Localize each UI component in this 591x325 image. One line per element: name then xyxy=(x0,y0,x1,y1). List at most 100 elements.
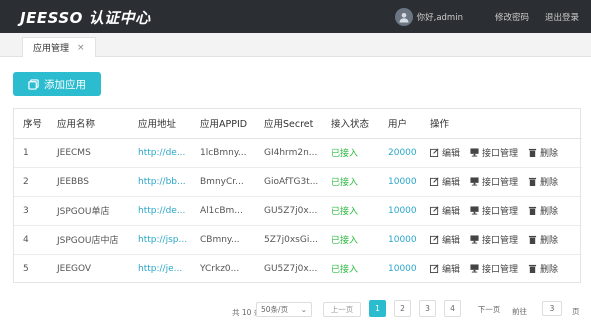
cell-no: 2 xyxy=(14,167,48,197)
page-size-select[interactable]: 50条/页 ⌄ xyxy=(256,302,312,317)
goto-page-input[interactable]: 3 xyxy=(542,301,562,316)
add-icon xyxy=(28,78,39,90)
delete-label: 删除 xyxy=(540,236,559,246)
cell-url-link[interactable]: http://je... xyxy=(129,254,191,283)
cell-users-link[interactable]: 10000 xyxy=(379,254,421,283)
page-button-3[interactable]: 3 xyxy=(419,300,436,317)
cell-name: JEEBBS xyxy=(48,167,129,197)
cell-status: 已接入 xyxy=(322,196,379,226)
cell-status: 已接入 xyxy=(322,138,379,168)
cell-secret: GioAfTG3t... xyxy=(255,167,322,197)
user-avatar-icon xyxy=(394,7,413,26)
delete-button[interactable]: 删除 xyxy=(528,204,558,217)
api-manage-label: 接口管理 xyxy=(482,178,519,188)
user-area: 你好,admin 修改密码 退出登录 xyxy=(394,0,579,33)
cell-actions: 编辑 接口管理 删除 xyxy=(421,225,582,255)
api-icon xyxy=(470,206,479,215)
cell-url-link[interactable]: http://bb... xyxy=(129,167,191,197)
cell-url-link[interactable]: http://jsp... xyxy=(129,225,191,255)
cell-appid: BmnyCr... xyxy=(191,167,255,197)
api-icon xyxy=(470,235,479,244)
cell-users-link[interactable]: 10000 xyxy=(379,225,421,255)
page-button-2[interactable]: 2 xyxy=(394,300,411,317)
edit-button[interactable]: 编辑 xyxy=(430,233,460,246)
edit-icon xyxy=(430,206,439,215)
table-header: 序号 应用名称 应用地址 应用APPID 应用Secret 接入状态 用户 操作 xyxy=(14,109,582,139)
cell-no: 4 xyxy=(14,225,48,255)
api-icon xyxy=(470,177,479,186)
edit-label: 编辑 xyxy=(442,265,461,276)
api-manage-button[interactable]: 接口管理 xyxy=(470,204,518,217)
edit-button[interactable]: 编辑 xyxy=(430,175,460,188)
delete-button[interactable]: 删除 xyxy=(528,262,558,275)
edit-label: 编辑 xyxy=(442,149,461,159)
cell-name: JSPGOU单店 xyxy=(48,196,129,226)
delete-label: 删除 xyxy=(540,149,559,159)
table-row: 1 JEECMS http://de... 1lcBmny... GI4hrm2… xyxy=(14,138,582,168)
page-unit-label: 页 xyxy=(572,307,580,316)
user-greeting[interactable]: 你好,admin xyxy=(394,7,463,26)
col-header-url: 应用地址 xyxy=(129,109,191,139)
cell-url-link[interactable]: http://de... xyxy=(129,138,191,168)
delete-button[interactable]: 删除 xyxy=(528,146,558,159)
cell-appid: 1lcBmny... xyxy=(191,138,255,168)
cell-url-link[interactable]: http://de... xyxy=(129,196,191,226)
trash-icon xyxy=(528,265,537,274)
col-header-name: 应用名称 xyxy=(48,109,129,139)
delete-button[interactable]: 删除 xyxy=(528,233,558,246)
api-manage-button[interactable]: 接口管理 xyxy=(470,233,518,246)
edit-button[interactable]: 编辑 xyxy=(430,262,460,275)
cell-status: 已接入 xyxy=(322,167,379,197)
add-app-button[interactable]: 添加应用 xyxy=(13,72,101,96)
cell-secret: GU5Z7j0x... xyxy=(255,196,322,226)
cell-actions: 编辑 接口管理 删除 xyxy=(421,167,582,197)
prev-page-button[interactable]: 上一页 xyxy=(323,302,361,317)
col-header-appid: 应用APPID xyxy=(191,109,255,139)
page-button-1[interactable]: 1 xyxy=(369,300,386,317)
cell-status: 已接入 xyxy=(331,265,359,276)
table-row: 4 JSPGOU店中店 http://jsp... CBmny... 5Z7j0… xyxy=(14,225,582,255)
table-row: 5 JEEGOV http://je... YCrkz0... GU5Z7j0x… xyxy=(14,254,582,283)
tab-bar: 应用管理 × xyxy=(0,33,591,57)
api-manage-label: 接口管理 xyxy=(482,236,519,246)
col-header-status: 接入状态 xyxy=(322,109,379,139)
edit-icon xyxy=(430,148,439,157)
greeting-text: 你好,admin xyxy=(416,12,463,23)
col-header-no: 序号 xyxy=(14,109,48,139)
api-icon xyxy=(470,148,479,157)
tab-app-management[interactable]: 应用管理 × xyxy=(22,37,96,57)
cell-name: JEECMS xyxy=(48,138,129,168)
delete-label: 删除 xyxy=(540,178,559,188)
cell-status: 已接入 xyxy=(322,225,379,255)
trash-icon xyxy=(528,177,537,186)
delete-label: 删除 xyxy=(540,265,559,276)
cell-secret: GI4hrm2n... xyxy=(255,138,322,168)
cell-users-link[interactable]: 20000 xyxy=(379,138,421,168)
trash-icon xyxy=(528,206,537,215)
edit-label: 编辑 xyxy=(442,178,461,188)
api-icon xyxy=(470,264,479,273)
edit-label: 编辑 xyxy=(442,207,461,217)
api-manage-button[interactable]: 接口管理 xyxy=(470,262,518,275)
table-row: 3 JSPGOU单店 http://de... Al1cBm... GU5Z7j… xyxy=(14,196,582,226)
cell-actions: 编辑 接口管理 删除 xyxy=(421,138,582,168)
api-manage-label: 接口管理 xyxy=(482,207,519,217)
delete-button[interactable]: 删除 xyxy=(528,175,558,188)
api-manage-button[interactable]: 接口管理 xyxy=(470,175,518,188)
edit-button[interactable]: 编辑 xyxy=(430,146,460,159)
logout-link[interactable]: 退出登录 xyxy=(545,11,579,23)
page-button-4[interactable]: 4 xyxy=(444,300,461,317)
cell-users-link[interactable]: 10000 xyxy=(379,167,421,197)
delete-label: 删除 xyxy=(540,207,559,217)
api-manage-button[interactable]: 接口管理 xyxy=(470,146,518,159)
table-row: 2 JEEBBS http://bb... BmnyCr... GioAfTG3… xyxy=(14,167,582,197)
edit-button[interactable]: 编辑 xyxy=(430,204,460,217)
trash-icon xyxy=(528,235,537,244)
top-navbar: JEESSO 认证中心 你好,admin 修改密码 退出登录 xyxy=(0,0,591,33)
change-password-link[interactable]: 修改密码 xyxy=(495,11,529,23)
next-page-button[interactable]: 下一页 xyxy=(473,302,505,317)
brand-logo: JEESSO 认证中心 xyxy=(20,9,151,27)
cell-users-link[interactable]: 10000 xyxy=(379,196,421,226)
close-icon[interactable]: × xyxy=(77,43,85,53)
cell-name: JSPGOU店中店 xyxy=(48,225,129,255)
